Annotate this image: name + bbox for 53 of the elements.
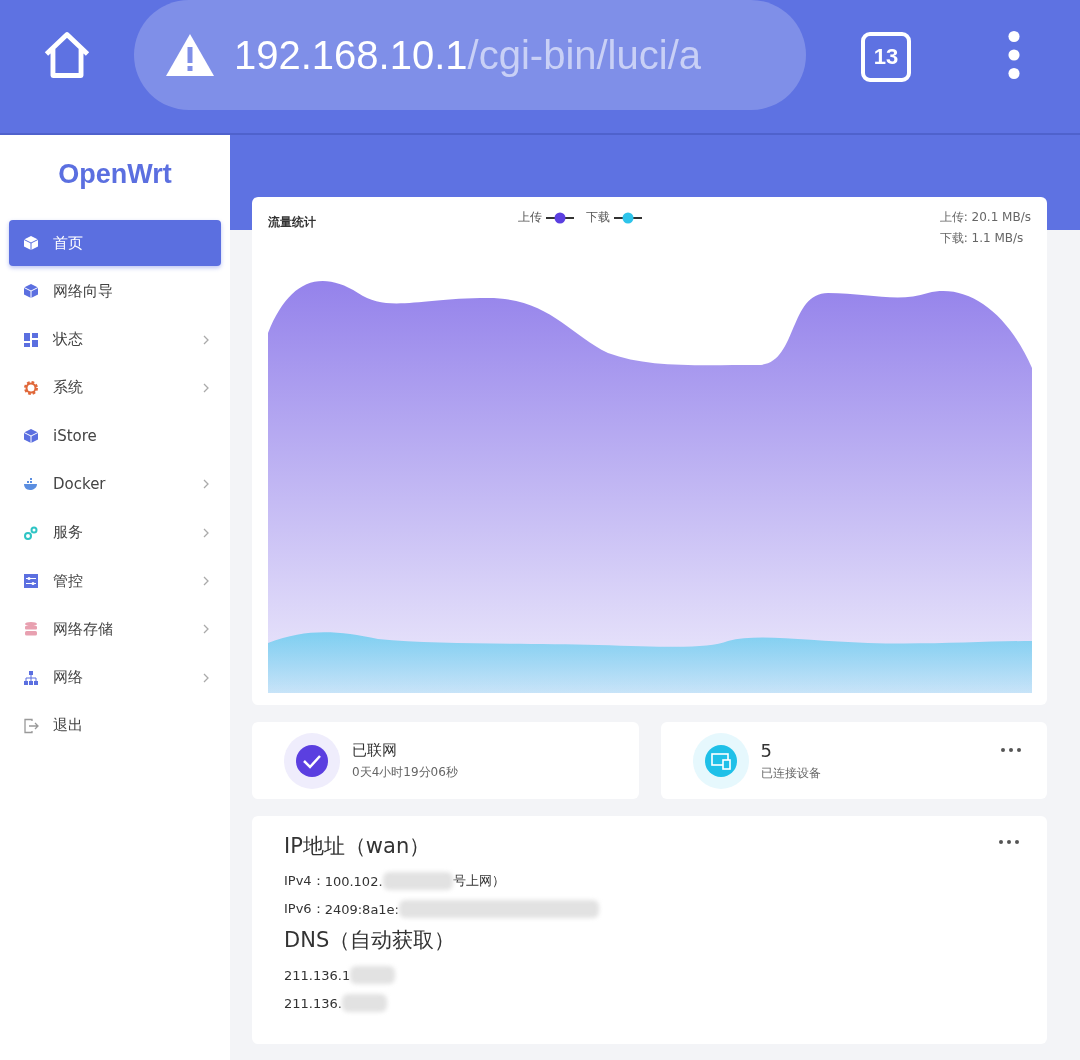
status-subtitle: 已连接设备 — [760, 764, 822, 782]
dashboard-icon — [23, 331, 39, 348]
status-subtitle: 0天4小时19分06秒 — [352, 763, 459, 781]
url-host: 192.168.10.1 — [234, 32, 468, 78]
cube-icon — [23, 283, 39, 300]
warning-icon — [164, 32, 216, 78]
redaction-blur — [382, 872, 453, 890]
sidebar-item[interactable]: 管控 — [9, 558, 221, 605]
logo: OpenWrt — [58, 159, 172, 190]
gears-icon — [23, 524, 39, 541]
sidebar-item[interactable]: 退出 — [9, 702, 221, 749]
upload-rate: 上传: 20.1 MB/s — [939, 209, 1031, 226]
sidebar-item[interactable]: 网络 — [9, 654, 221, 701]
dns-server: 211.136. — [284, 995, 342, 1011]
sidebar-item[interactable]: Docker — [9, 461, 221, 508]
sidebar-item[interactable]: 系统 — [9, 364, 221, 411]
url-path: /cgi-bin/luci/a — [467, 32, 701, 78]
database-icon — [23, 621, 39, 638]
cube-icon — [23, 235, 39, 251]
redaction-blur — [341, 994, 387, 1012]
ipv6-label: IPv6： — [284, 900, 325, 918]
sidebar-item[interactable]: 网络存储 — [9, 606, 221, 653]
ipv6-value: 2409:8a1e: — [324, 901, 399, 917]
legend-label: 上传 — [518, 209, 542, 226]
ipv4-value: 100.102. — [324, 873, 383, 889]
legend-label: 下载 — [586, 209, 610, 226]
network-icon — [23, 669, 39, 686]
tab-count[interactable]: 13 — [861, 32, 911, 82]
sliders-icon — [23, 573, 39, 590]
legend-marker-icon — [546, 211, 574, 224]
more-icon[interactable] — [999, 840, 1019, 844]
sidebar-item[interactable]: 首页 — [9, 220, 221, 266]
sidebar-item[interactable]: 网络向导 — [9, 268, 221, 315]
card-title: 流量统计 — [268, 214, 317, 231]
redaction-blur — [350, 966, 396, 984]
download-rate: 下载: 1.1 MB/s — [939, 230, 1024, 247]
cube-icon — [23, 428, 39, 445]
section-title: IP地址（wan） — [284, 833, 431, 860]
logout-icon — [23, 717, 39, 734]
sidebar-item[interactable]: iStore — [9, 413, 221, 460]
status-title: 5 — [760, 739, 773, 761]
ipv4-label: IPv4： — [284, 872, 325, 890]
whale-icon — [23, 476, 39, 493]
menu-icon[interactable] — [1007, 30, 1021, 80]
ipv4-suffix: 号上网） — [452, 872, 505, 890]
more-icon[interactable] — [1001, 748, 1021, 752]
dns-server: 211.136.1 — [284, 967, 351, 983]
gear-icon — [23, 379, 39, 396]
sidebar-item[interactable]: 状态 — [9, 316, 221, 363]
legend-marker-icon — [614, 211, 642, 224]
sidebar-item[interactable]: 服务 — [9, 509, 221, 556]
section-title: DNS（自动获取） — [284, 927, 456, 954]
status-title: 已联网 — [352, 740, 398, 760]
